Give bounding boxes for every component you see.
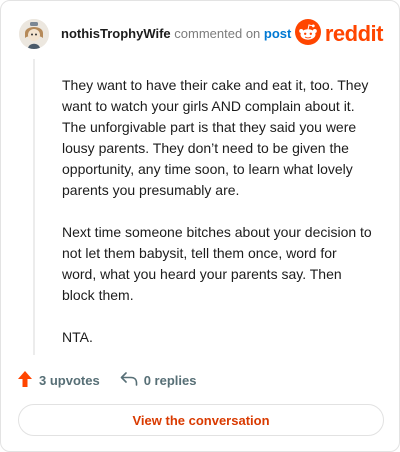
comment-header: nothisTrophyWife commented on post reddi… — [19, 18, 384, 50]
view-conversation-button[interactable]: View the conversation — [18, 404, 384, 436]
upvote-arrow-icon — [17, 370, 39, 391]
upvote-button[interactable]: 3 upvotes — [17, 370, 100, 391]
author-name[interactable]: nothisTrophyWife — [61, 26, 171, 41]
reply-button[interactable]: 0 replies — [120, 371, 197, 390]
action-text: commented on — [174, 26, 261, 41]
thread-line — [33, 59, 35, 355]
reddit-logo[interactable]: reddit — [294, 18, 384, 50]
avatar-icon[interactable] — [19, 19, 49, 49]
comment-paragraph: Next time someone bitches about your dec… — [62, 224, 372, 303]
comment-paragraph: They want to have their cake and eat it,… — [62, 77, 369, 198]
comment-body: They want to have their cake and eat it,… — [62, 75, 374, 369]
comment-paragraph: NTA. — [62, 329, 93, 345]
upvote-count: 3 upvotes — [39, 372, 100, 388]
comment-meta: nothisTrophyWife commented on post — [61, 26, 291, 42]
reply-count: 0 replies — [143, 372, 197, 388]
reddit-wordmark: reddit — [324, 21, 384, 46]
comment-card: nothisTrophyWife commented on post reddi… — [0, 0, 400, 452]
post-link[interactable]: post — [264, 26, 291, 41]
reply-arrow-icon — [120, 371, 144, 390]
comment-actions: 3 upvotes 0 replies — [17, 369, 216, 391]
reddit-logo-icon — [294, 18, 321, 50]
